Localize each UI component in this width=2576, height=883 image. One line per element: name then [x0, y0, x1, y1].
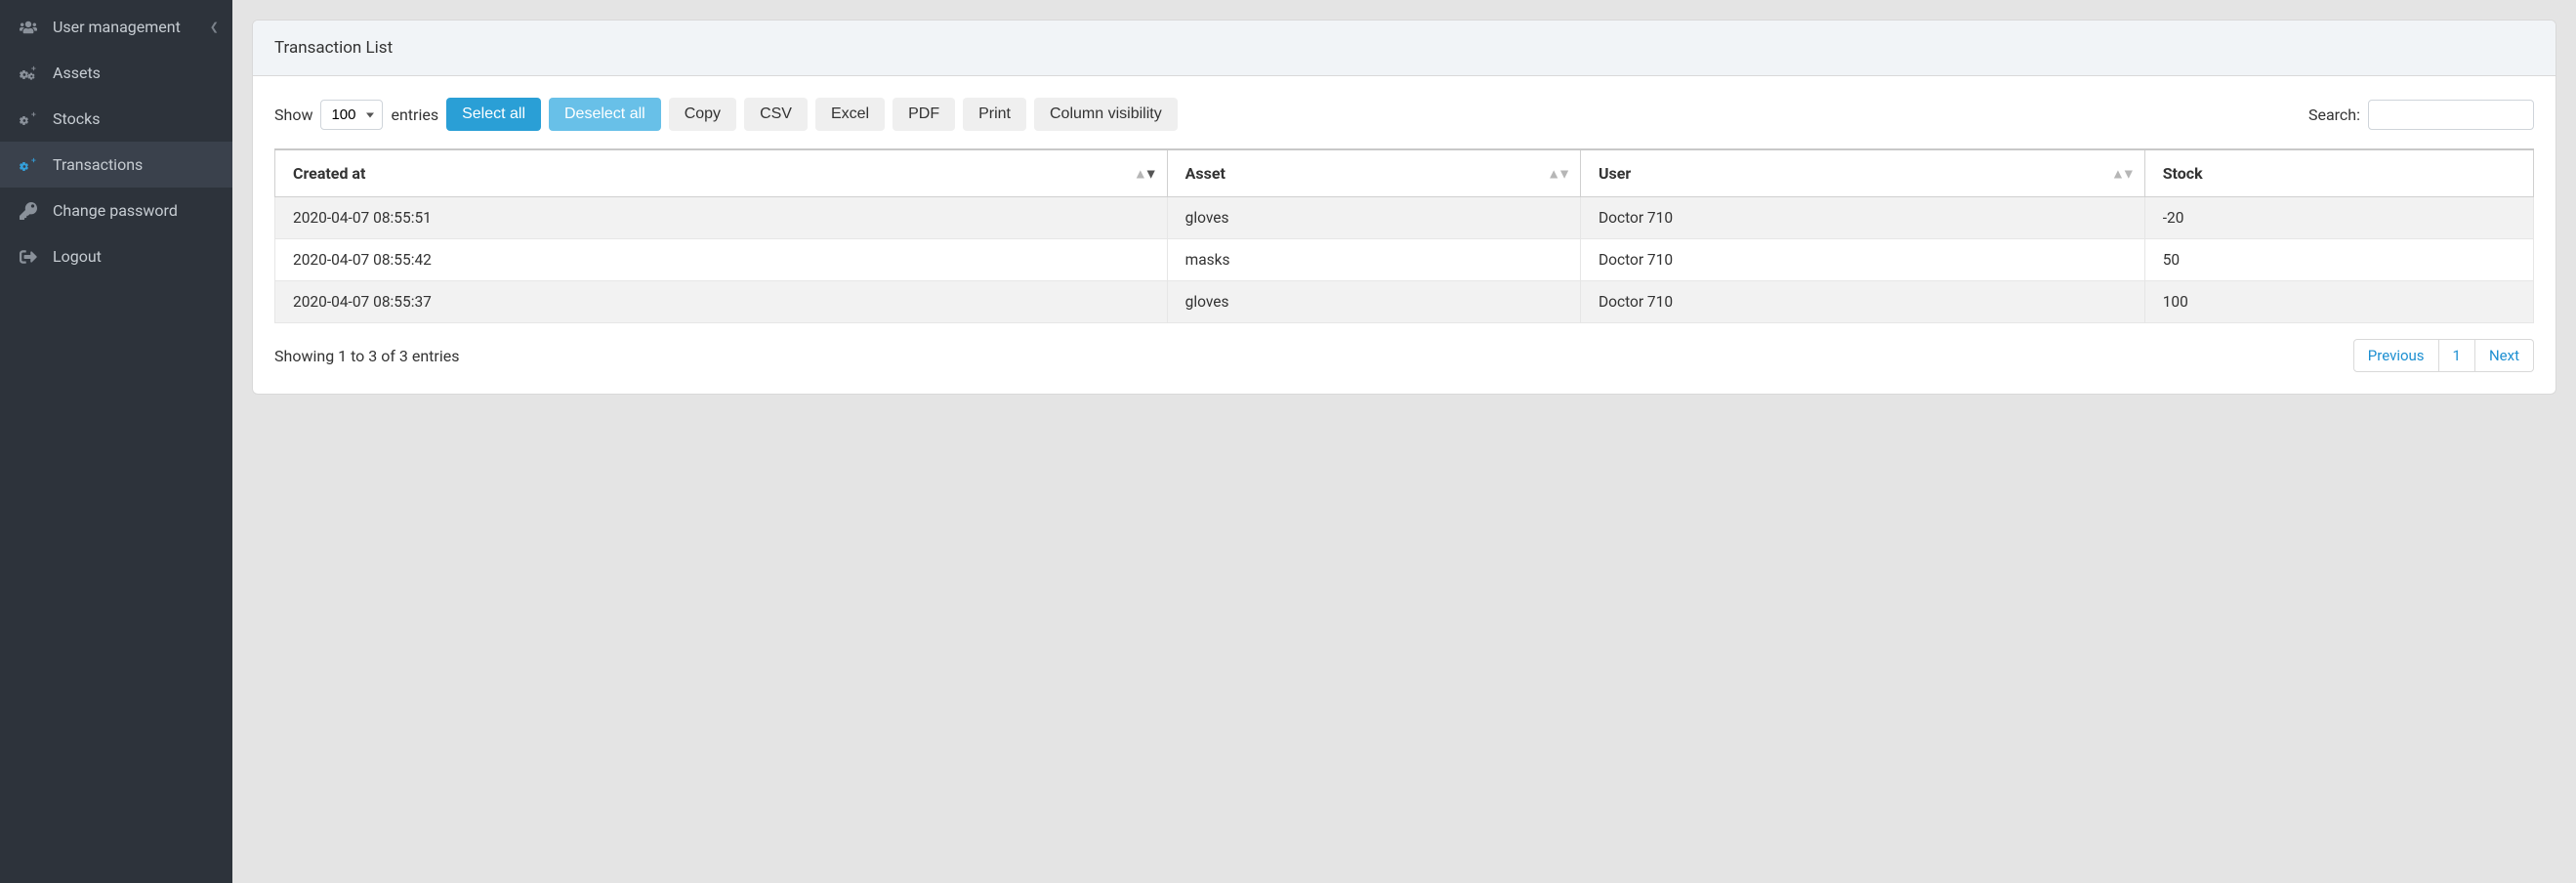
- table-footer: Showing 1 to 3 of 3 entries Previous 1 N…: [274, 339, 2534, 372]
- cell-created-at: 2020-04-07 08:55:37: [275, 281, 1168, 323]
- cell-user: Doctor 710: [1580, 197, 2144, 239]
- main-content: Transaction List Show 100 entries Select…: [232, 0, 2576, 883]
- sidebar-item-assets[interactable]: Assets: [0, 50, 232, 96]
- col-created-at[interactable]: Created at ▲▼: [275, 149, 1168, 197]
- pdf-button[interactable]: PDF: [893, 98, 955, 131]
- key-icon: [18, 202, 39, 220]
- cogs-icon: [18, 64, 39, 82]
- print-button[interactable]: Print: [963, 98, 1026, 131]
- entries-label: entries: [391, 105, 438, 124]
- card-body: Show 100 entries Select all Deselect all…: [253, 76, 2555, 394]
- sidebar-item-logout[interactable]: Logout: [0, 233, 232, 279]
- col-label: User: [1599, 164, 1631, 183]
- toolbar: Show 100 entries Select all Deselect all…: [274, 98, 2534, 131]
- sort-icon: ▲▼: [1547, 165, 1568, 182]
- sidebar-item-label: User management: [53, 18, 181, 36]
- cell-created-at: 2020-04-07 08:55:51: [275, 197, 1168, 239]
- table-row[interactable]: 2020-04-07 08:55:51 gloves Doctor 710 -2…: [275, 197, 2534, 239]
- excel-button[interactable]: Excel: [815, 98, 885, 131]
- sort-icon: ▲▼: [1134, 165, 1155, 182]
- cell-stock: 100: [2144, 281, 2533, 323]
- cell-user: Doctor 710: [1580, 281, 2144, 323]
- sidebar-item-label: Logout: [53, 247, 102, 266]
- sidebar-item-label: Transactions: [53, 155, 143, 174]
- transaction-card: Transaction List Show 100 entries Select…: [252, 20, 2556, 395]
- cell-asset: masks: [1167, 239, 1580, 281]
- table-row[interactable]: 2020-04-07 08:55:42 masks Doctor 710 50: [275, 239, 2534, 281]
- csv-button[interactable]: CSV: [744, 98, 808, 131]
- sort-icon: ▲▼: [2111, 165, 2133, 182]
- page-length-select[interactable]: 100: [320, 100, 383, 130]
- copy-button[interactable]: Copy: [669, 98, 736, 131]
- deselect-all-button[interactable]: Deselect all: [549, 98, 661, 131]
- pagination: Previous 1 Next: [2353, 339, 2534, 372]
- table-row[interactable]: 2020-04-07 08:55:37 gloves Doctor 710 10…: [275, 281, 2534, 323]
- col-label: Stock: [2163, 164, 2203, 183]
- select-all-button[interactable]: Select all: [446, 98, 541, 131]
- table-info: Showing 1 to 3 of 3 entries: [274, 347, 459, 365]
- cell-asset: gloves: [1167, 197, 1580, 239]
- col-asset[interactable]: Asset ▲▼: [1167, 149, 1580, 197]
- pagination-previous[interactable]: Previous: [2353, 339, 2439, 372]
- sidebar-item-transactions[interactable]: Transactions: [0, 142, 232, 188]
- users-icon: [18, 19, 39, 36]
- column-visibility-button[interactable]: Column visibility: [1034, 98, 1178, 131]
- col-stock[interactable]: Stock: [2144, 149, 2533, 197]
- sign-out-icon: [18, 248, 39, 266]
- sidebar-item-label: Assets: [53, 63, 101, 82]
- search-input[interactable]: [2368, 100, 2534, 130]
- cell-user: Doctor 710: [1580, 239, 2144, 281]
- sidebar-item-user-management[interactable]: User management ❮: [0, 4, 232, 50]
- cell-created-at: 2020-04-07 08:55:42: [275, 239, 1168, 281]
- search-label: Search:: [2308, 105, 2360, 124]
- cell-asset: gloves: [1167, 281, 1580, 323]
- sidebar-item-label: Change password: [53, 201, 178, 220]
- cell-stock: 50: [2144, 239, 2533, 281]
- pagination-next[interactable]: Next: [2475, 339, 2534, 372]
- pagination-page-1[interactable]: 1: [2439, 339, 2475, 372]
- show-label: Show: [274, 105, 312, 124]
- chevron-left-icon: ❮: [210, 21, 219, 33]
- transactions-table: Created at ▲▼ Asset ▲▼ User ▲▼ Stock: [274, 148, 2534, 323]
- cogs-icon: [18, 110, 39, 128]
- col-label: Created at: [293, 164, 365, 183]
- sidebar-item-change-password[interactable]: Change password: [0, 188, 232, 233]
- cell-stock: -20: [2144, 197, 2533, 239]
- sidebar-item-label: Stocks: [53, 109, 100, 128]
- sidebar-item-stocks[interactable]: Stocks: [0, 96, 232, 142]
- cogs-icon: [18, 156, 39, 174]
- col-user[interactable]: User ▲▼: [1580, 149, 2144, 197]
- card-title: Transaction List: [253, 21, 2555, 76]
- sidebar: User management ❮ Assets Stocks Transact…: [0, 0, 232, 883]
- col-label: Asset: [1185, 164, 1226, 183]
